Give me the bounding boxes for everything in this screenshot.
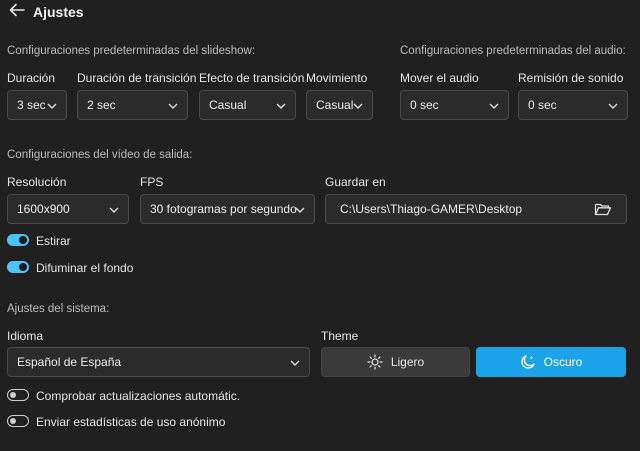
auto-update-label: Comprobar actualizaciones automátic.	[36, 389, 241, 403]
theme-dark-button[interactable]: Oscuro	[476, 347, 626, 377]
duration-label: Duración	[7, 71, 56, 85]
transition-effect-select[interactable]: Casual	[199, 90, 296, 120]
chevron-down-icon	[489, 103, 499, 109]
move-audio-select[interactable]: 0 sec	[400, 90, 509, 120]
chevron-down-icon	[276, 103, 286, 109]
blur-background-label: Difuminar el fondo	[36, 261, 134, 275]
chevron-down-icon	[608, 103, 618, 109]
auto-update-toggle[interactable]	[7, 389, 29, 401]
theme-label: Theme	[321, 329, 359, 343]
duration-select[interactable]: 3 sec	[7, 90, 67, 120]
anonymous-stats-label: Enviar estadísticas de uso anónimo	[36, 415, 226, 429]
moon-icon	[521, 355, 535, 369]
chevron-down-icon	[109, 207, 119, 213]
language-select[interactable]: Español de España	[7, 347, 310, 377]
sound-fade-label: Remisión de sonido	[518, 71, 624, 85]
page-title: Ajustes	[33, 4, 84, 20]
movement-value: Casual	[316, 98, 354, 112]
language-label: Idioma	[7, 329, 44, 343]
save-in-field[interactable]: C:\Users\Thiago-GAMER\Desktop	[325, 194, 627, 224]
chevron-down-icon	[353, 103, 363, 109]
resolution-value: 1600x900	[17, 202, 70, 216]
language-value: Español de España	[17, 355, 122, 369]
sun-icon	[367, 354, 383, 370]
back-button[interactable]	[8, 2, 32, 22]
transition-effect-label: Efecto de transición	[199, 71, 305, 85]
output-section-title: Configuraciones del vídeo de salida:	[7, 149, 193, 161]
move-audio-value: 0 sec	[410, 98, 439, 112]
chevron-down-icon	[295, 207, 305, 213]
chevron-down-icon	[290, 360, 300, 366]
fps-label: FPS	[140, 175, 164, 189]
sound-fade-value: 0 sec	[528, 98, 557, 112]
slideshow-section-title: Configuraciones predeterminadas del slid…	[7, 45, 256, 57]
sound-fade-select[interactable]: 0 sec	[518, 90, 628, 120]
save-in-label: Guardar en	[325, 175, 386, 189]
transition-duration-label: Duración de transición	[77, 71, 197, 85]
theme-light-button[interactable]: Ligero	[321, 347, 470, 377]
theme-dark-label: Oscuro	[543, 355, 583, 369]
fps-select[interactable]: 30 fotogramas por segundo	[140, 194, 315, 224]
anonymous-stats-toggle[interactable]	[7, 415, 29, 427]
movement-select[interactable]: Casual	[306, 90, 373, 120]
transition-effect-value: Casual	[209, 98, 247, 112]
resolution-select[interactable]: 1600x900	[7, 194, 129, 224]
chevron-down-icon	[168, 103, 178, 109]
movement-label: Movimiento	[306, 71, 368, 85]
system-section-title: Ajustes del sistema:	[7, 303, 110, 315]
blur-background-toggle[interactable]	[7, 261, 29, 273]
transition-duration-value: 2 sec	[87, 98, 116, 112]
back-arrow-icon	[9, 3, 25, 17]
theme-light-label: Ligero	[390, 355, 425, 369]
chevron-down-icon	[47, 103, 57, 109]
stretch-label: Estirar	[36, 234, 71, 248]
transition-duration-select[interactable]: 2 sec	[77, 90, 188, 120]
save-in-path: C:\Users\Thiago-GAMER\Desktop	[340, 202, 523, 216]
resolution-label: Resolución	[7, 175, 67, 189]
fps-value: 30 fotogramas por segundo	[150, 202, 297, 216]
move-audio-label: Mover el audio	[400, 71, 479, 85]
stretch-toggle[interactable]	[7, 234, 29, 246]
duration-value: 3 sec	[17, 98, 46, 112]
audio-section-title: Configuraciones predeterminadas del audi…	[400, 45, 626, 57]
folder-icon[interactable]	[594, 201, 612, 217]
